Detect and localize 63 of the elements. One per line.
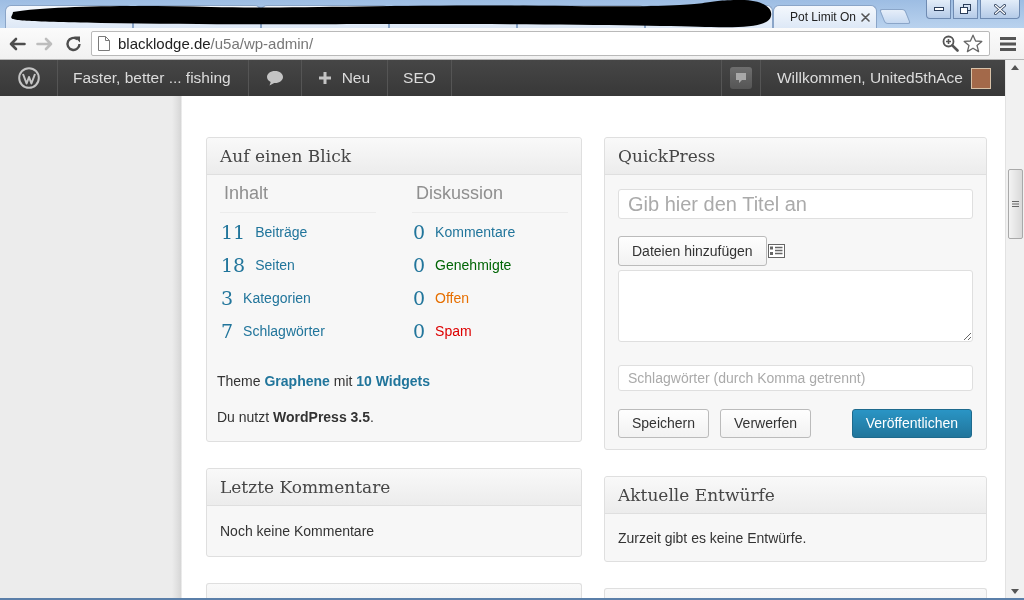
item-link[interactable]: Kommentare bbox=[435, 216, 516, 249]
item-link[interactable]: Schlagwörter bbox=[243, 315, 325, 348]
media-grid-icon[interactable] bbox=[767, 244, 785, 258]
version-info-text: Du nutzt WordPress 3.5. bbox=[217, 408, 375, 427]
account-menu[interactable]: Willkommen, United5thAce bbox=[759, 60, 1005, 96]
page-icon bbox=[98, 36, 110, 51]
empty-state-text: Noch keine Kommentare bbox=[220, 522, 376, 541]
column-heading: Inhalt bbox=[220, 183, 376, 213]
new-content-menu[interactable]: Neu bbox=[301, 60, 389, 96]
theme-info-text: Theme Graphene mit 10 Widgets bbox=[217, 372, 432, 391]
item-count[interactable]: 3 bbox=[220, 282, 234, 315]
zoom-icon[interactable] bbox=[942, 35, 959, 52]
close-button[interactable] bbox=[980, 0, 1020, 19]
empty-state-text: Zurzeit gibt es keine Entwürfe. bbox=[618, 529, 808, 548]
item-count[interactable]: 0 bbox=[412, 249, 426, 282]
panel-title: Aktuelle Entwürfe bbox=[618, 485, 775, 505]
item-link[interactable]: Beiträge bbox=[255, 216, 308, 249]
item-link[interactable]: Spam bbox=[435, 315, 472, 348]
item-count[interactable]: 0 bbox=[412, 216, 426, 249]
minimize-button[interactable] bbox=[926, 0, 951, 19]
minimize-icon bbox=[933, 7, 944, 11]
add-media-button[interactable]: Dateien hinzufügen bbox=[618, 236, 767, 266]
tags-input[interactable]: Schlagwörter (durch Komma getrennt) bbox=[618, 365, 973, 391]
panel-title: QuickPress bbox=[618, 146, 716, 166]
avatar-photo-placeholder bbox=[971, 67, 991, 89]
url-text: blacklodge.de/u5a/wp-admin/ bbox=[118, 33, 314, 54]
item-count[interactable]: 0 bbox=[412, 282, 426, 315]
notification-icon[interactable] bbox=[729, 67, 752, 89]
title-input[interactable]: Gib hier den Titel an bbox=[618, 189, 973, 219]
grip-icon bbox=[1011, 201, 1019, 207]
menu-icon bbox=[1000, 36, 1016, 51]
item-link[interactable]: Seiten bbox=[255, 249, 295, 282]
comment-bubble-icon[interactable] bbox=[265, 70, 284, 86]
item-link[interactable]: Genehmigte bbox=[435, 249, 512, 282]
item-link[interactable]: Kategorien bbox=[243, 282, 311, 315]
scroll-up-icon[interactable] bbox=[1011, 65, 1019, 70]
scrollbar-track[interactable] bbox=[1005, 60, 1024, 598]
theme-info-link[interactable]: Graphene bbox=[264, 373, 330, 389]
address-field[interactable]: blacklodge.de/u5a/wp-admin/ bbox=[91, 31, 990, 56]
item-link[interactable]: Offen bbox=[435, 282, 470, 315]
publish-button[interactable]: Veröffentlichen bbox=[851, 409, 972, 438]
panel-title: Auf einen Blick bbox=[220, 146, 351, 166]
browser-tab[interactable]: Pot Limit On bbox=[773, 5, 877, 28]
form-button[interactable]: Verwerfen bbox=[720, 409, 812, 438]
plus-icon bbox=[318, 72, 331, 84]
star-icon[interactable] bbox=[963, 34, 983, 53]
item-count[interactable]: 18 bbox=[220, 249, 246, 282]
scroll-down-icon[interactable] bbox=[1011, 589, 1019, 594]
column-heading: Diskussion bbox=[412, 183, 568, 213]
item-count[interactable]: 7 bbox=[220, 315, 234, 348]
restore-button[interactable] bbox=[953, 0, 978, 19]
close-icon[interactable] bbox=[861, 12, 870, 22]
close-icon bbox=[994, 3, 1006, 15]
form-button[interactable]: Speichern bbox=[618, 409, 710, 438]
seo-menu-link[interactable]: SEO bbox=[388, 60, 452, 96]
logo-icon[interactable] bbox=[17, 67, 40, 89]
scroll-thumb[interactable] bbox=[1007, 169, 1023, 239]
panel-title: Letzte Kommentare bbox=[220, 477, 391, 497]
item-count[interactable]: 0 bbox=[412, 315, 426, 348]
item-count[interactable]: 11 bbox=[220, 216, 246, 249]
theme-info-link[interactable]: 10 Widgets bbox=[356, 373, 431, 389]
reload-icon bbox=[64, 35, 82, 52]
restore-icon bbox=[960, 4, 971, 14]
